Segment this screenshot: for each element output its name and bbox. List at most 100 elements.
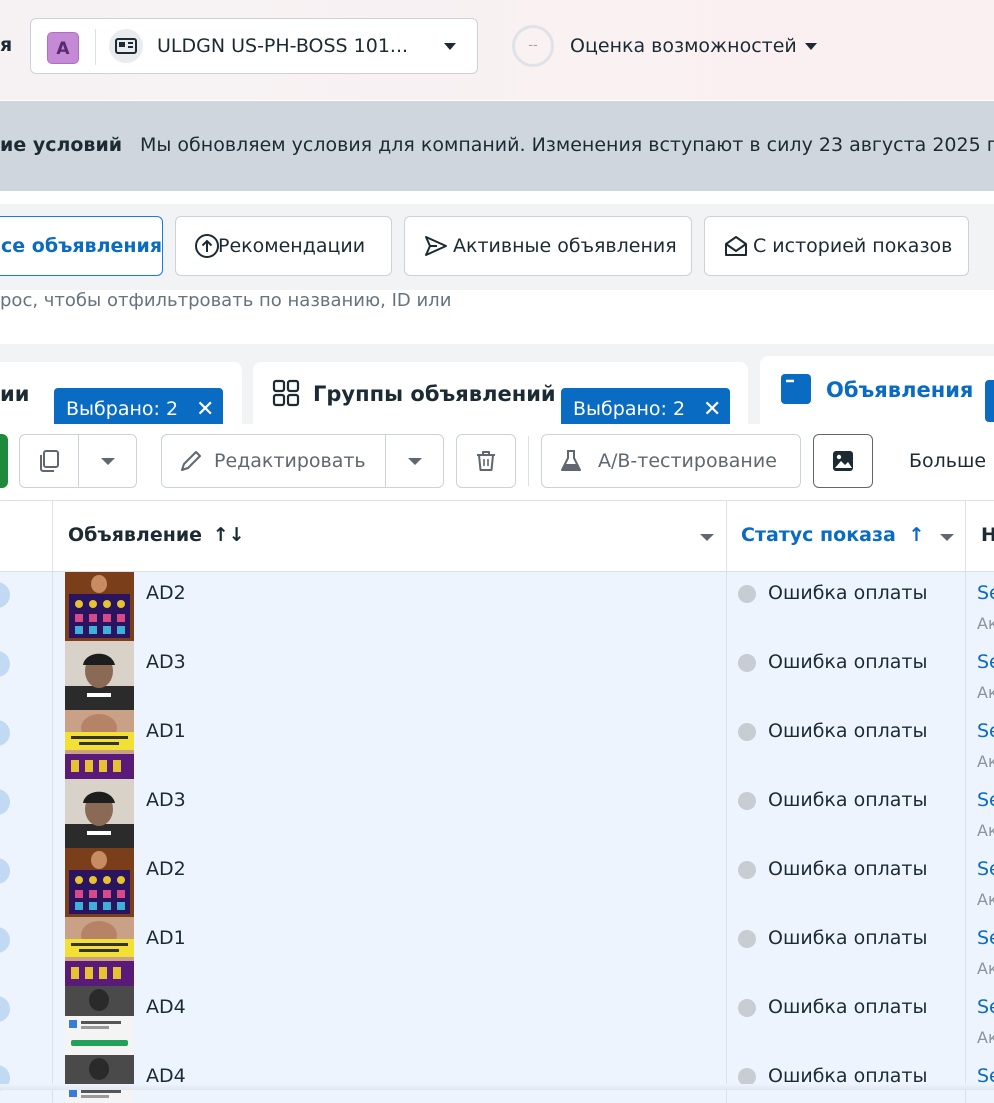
next-column-sub: Ак <box>977 821 994 840</box>
ad-thumbnail[interactable] <box>65 986 134 1055</box>
delivery-status: Ошибка оплаты <box>768 789 928 811</box>
table-row[interactable]: AD2 Ошибка оплаты Se Ак <box>0 572 994 641</box>
ad-thumbnail[interactable] <box>65 779 134 848</box>
selected-badge[interactable] <box>985 380 994 422</box>
close-icon[interactable]: ✕ <box>703 397 721 422</box>
row-checkbox[interactable] <box>0 858 10 884</box>
table-row[interactable]: AD1 Ошибка оплаты Se Ак <box>0 710 994 779</box>
chevron-down-icon[interactable] <box>940 534 954 541</box>
ad-thumbnail[interactable] <box>65 917 134 986</box>
tab-campaigns[interactable]: ии Выбрано: 2 ✕ <box>0 362 242 430</box>
ad-thumbnail[interactable] <box>65 641 134 710</box>
ad-window-icon <box>781 374 811 404</box>
banner-text: Мы обновляем условия для компаний. Измен… <box>140 134 994 156</box>
table-row[interactable]: AD3 Ошибка оплаты Se Ак <box>0 641 994 710</box>
opportunity-score-icon[interactable]: -- <box>512 25 554 67</box>
sort-asc-icon[interactable]: ↑ <box>908 524 924 546</box>
terms-update-banner: ие условий Мы обновляем условия для комп… <box>0 101 994 191</box>
banner-title: ие условий <box>0 134 123 156</box>
chevron-down-icon <box>101 457 115 465</box>
flask-icon <box>561 450 581 471</box>
ad-name-link[interactable]: AD2 <box>146 582 186 604</box>
edit-dropdown[interactable] <box>386 435 444 487</box>
filter-label: Рекомендации <box>218 235 366 257</box>
next-column-link[interactable]: Se <box>977 789 994 811</box>
row-checkbox[interactable] <box>0 582 10 608</box>
next-column-link[interactable]: Se <box>977 927 994 949</box>
close-icon[interactable]: ✕ <box>196 397 214 422</box>
edit-button[interactable]: Редактировать <box>162 435 386 487</box>
ad-name-link[interactable]: AD4 <box>146 996 186 1018</box>
ad-name-link[interactable]: AD3 <box>146 789 186 811</box>
tab-ad-sets[interactable]: Группы объявлений Выбрано: 2 ✕ <box>253 362 748 430</box>
opportunity-score-label[interactable]: Оценка возможностей <box>570 35 797 57</box>
row-checkbox[interactable] <box>0 720 10 746</box>
row-checkbox[interactable] <box>0 651 10 677</box>
search-input[interactable]: рос, чтобы отфильтровать по названию, ID… <box>0 290 451 311</box>
ad-thumbnail[interactable] <box>65 572 134 641</box>
page-title-fragment: я <box>0 34 13 56</box>
account-avatar: A <box>47 32 79 64</box>
column-header-status[interactable]: Статус показа ↑ <box>741 524 924 546</box>
ad-thumbnail[interactable] <box>65 710 134 779</box>
next-column-link[interactable]: Se <box>977 996 994 1018</box>
duplicate-dropdown[interactable] <box>79 435 137 487</box>
divider <box>52 501 53 573</box>
delivery-status: Ошибка оплаты <box>768 927 928 949</box>
next-column-sub: Ак <box>977 683 994 702</box>
next-column-link[interactable]: Se <box>977 858 994 880</box>
creative-preview-button[interactable] <box>813 434 873 488</box>
trash-icon <box>477 451 495 471</box>
table-row[interactable]: AD4Ошибка оплатыSe <box>0 1055 994 1103</box>
tab-label: Объявления <box>826 378 974 402</box>
ab-test-button[interactable]: A/B-тестирование <box>541 434 801 488</box>
divider <box>95 29 96 65</box>
edit-label: Редактировать <box>214 450 366 472</box>
row-checkbox[interactable] <box>0 996 10 1022</box>
table-row[interactable]: AD2 Ошибка оплаты Se Ак <box>0 848 994 917</box>
table-row[interactable]: AD3 Ошибка оплаты Se Ак <box>0 779 994 848</box>
filter-active-ads[interactable]: Активные объявления <box>404 216 692 276</box>
tab-ads[interactable]: Объявления <box>760 356 994 424</box>
divider <box>965 501 966 573</box>
column-header-ad[interactable]: Объявление ↑↓ <box>68 524 245 546</box>
row-checkbox[interactable] <box>0 927 10 953</box>
ad-account-icon <box>109 29 143 63</box>
ad-thumbnail[interactable] <box>65 1055 134 1103</box>
sort-icon[interactable]: ↑↓ <box>213 524 245 546</box>
next-column-link[interactable]: Se <box>977 582 994 604</box>
scroll-shadow <box>0 1084 994 1090</box>
ad-name-link[interactable]: AD2 <box>146 858 186 880</box>
ad-name-link[interactable]: AD1 <box>146 927 186 949</box>
next-column-sub: Ак <box>977 1028 994 1047</box>
create-button[interactable] <box>0 434 8 488</box>
filter-with-history[interactable]: С историей показов <box>704 216 969 276</box>
row-checkbox[interactable] <box>0 789 10 815</box>
column-header-next[interactable]: Н <box>981 524 994 546</box>
ad-name-link[interactable]: AD3 <box>146 651 186 673</box>
account-selector[interactable]: A ULDGN US-PH-BOSS 101... <box>30 18 478 74</box>
ad-name-link[interactable]: AD1 <box>146 720 186 742</box>
chevron-down-icon[interactable] <box>700 534 714 541</box>
table-row[interactable]: AD4 Ошибка оплаты Se Ак <box>0 986 994 1055</box>
ad-thumbnail[interactable] <box>65 848 134 917</box>
chevron-down-icon[interactable] <box>805 43 817 50</box>
divider <box>726 501 727 573</box>
table-row[interactable]: AD1 Ошибка оплаты Se Ак <box>0 917 994 986</box>
filter-label: С историей показов <box>753 235 953 257</box>
next-column-link[interactable]: Se <box>977 651 994 673</box>
copy-icon <box>40 450 59 472</box>
chevron-down-icon <box>408 457 422 465</box>
filter-all-ads[interactable]: се объявления <box>0 216 163 276</box>
more-button[interactable]: Больше <box>909 450 986 472</box>
next-column-link[interactable]: Se <box>977 720 994 742</box>
next-column-sub: Ак <box>977 614 994 633</box>
selected-count: Выбрано: 2 <box>66 398 179 420</box>
delivery-status: Ошибка оплаты <box>768 996 928 1018</box>
delete-button[interactable] <box>456 434 516 488</box>
envelope-open-icon <box>725 236 747 256</box>
filter-recommendations[interactable]: Рекомендации <box>175 216 392 276</box>
table-header: Объявление ↑↓ Статус показа ↑ Н <box>0 500 994 573</box>
chevron-down-icon <box>444 43 456 50</box>
duplicate-button[interactable] <box>20 435 79 487</box>
